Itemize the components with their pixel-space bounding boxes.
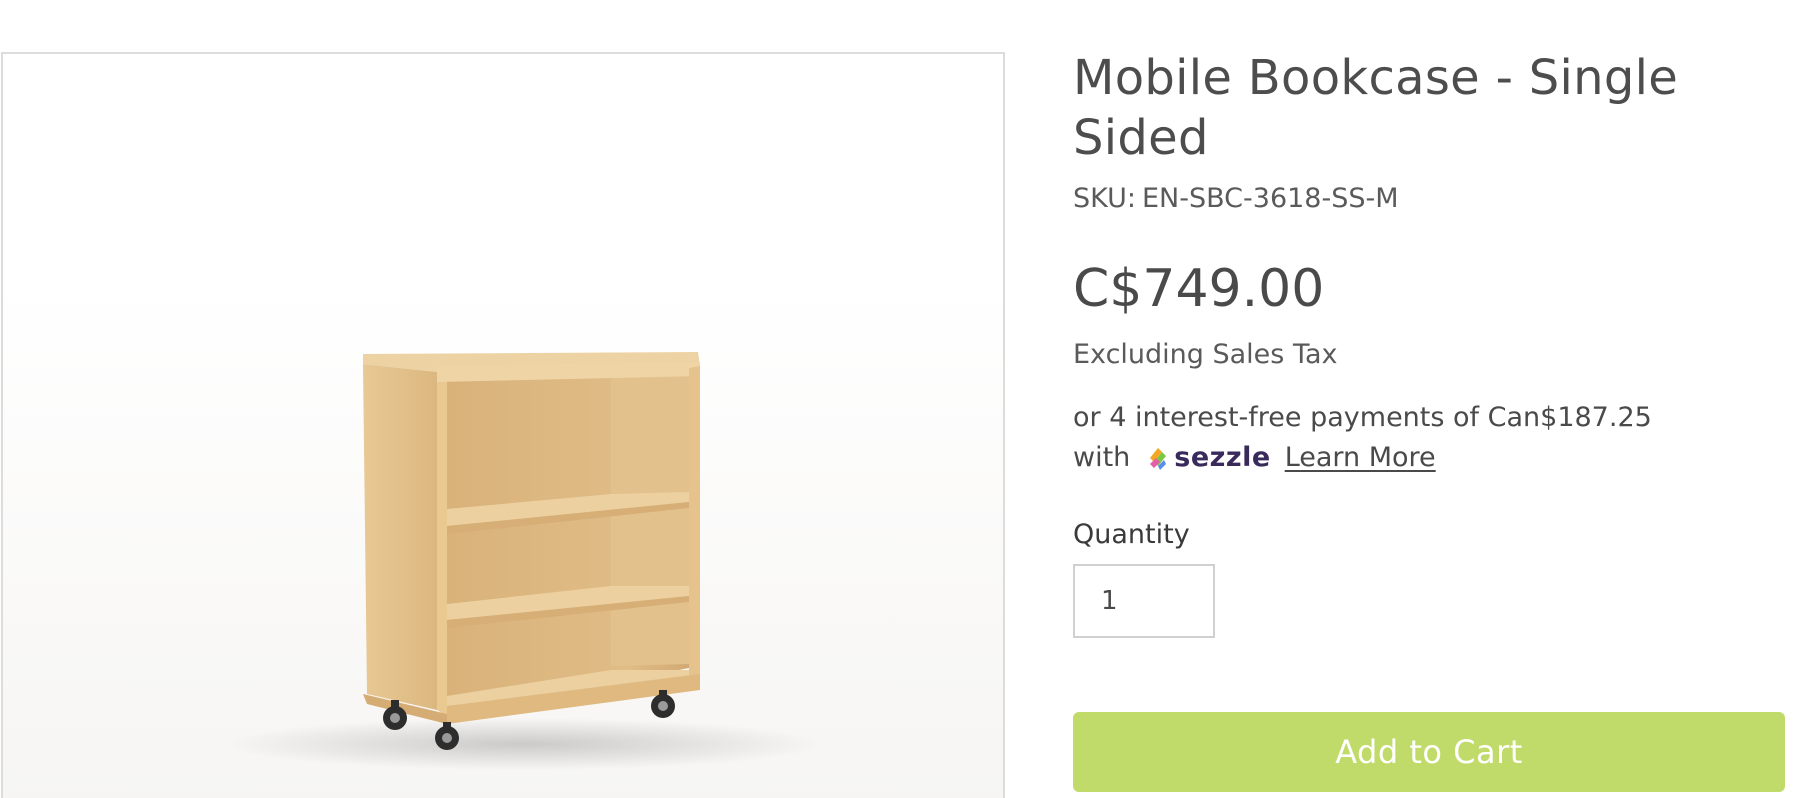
product-sku: SKU: EN-SBC-3618-SS-M (1073, 182, 1785, 216)
installment-text: or 4 interest-free payments of Can$187.2… (1073, 402, 1652, 433)
bookcase-product-image (223, 352, 823, 770)
quantity-input[interactable] (1073, 564, 1215, 638)
sezzle-icon (1150, 448, 1167, 470)
sku-label: SKU: (1073, 183, 1136, 214)
tax-note: Excluding Sales Tax (1073, 339, 1338, 370)
installment-info: or 4 interest-free payments of Can$187.2… (1073, 398, 1785, 478)
product-title: Mobile Bookcase - Single Sided (1073, 50, 1679, 166)
product-image-panel[interactable] (1, 52, 1005, 798)
product-page: Mobile Bookcase - Single Sided SKU: EN-SB… (0, 0, 1806, 798)
sezzle-row: with sezzle Learn More (1073, 438, 1785, 478)
product-details: Mobile Bookcase - Single Sided SKU: EN-SB… (1073, 48, 1785, 638)
sezzle-wordmark: sezzle (1174, 442, 1271, 473)
learn-more-link[interactable]: Learn More (1285, 438, 1436, 478)
quantity-label: Quantity (1073, 519, 1190, 550)
product-price: C$749.00 (1073, 259, 1325, 319)
sezzle-logo: sezzle (1146, 438, 1270, 478)
sku-value: EN-SBC-3618-SS-M (1141, 183, 1399, 214)
add-to-cart-button[interactable]: Add to Cart (1073, 712, 1785, 792)
installment-with: with (1073, 442, 1131, 473)
